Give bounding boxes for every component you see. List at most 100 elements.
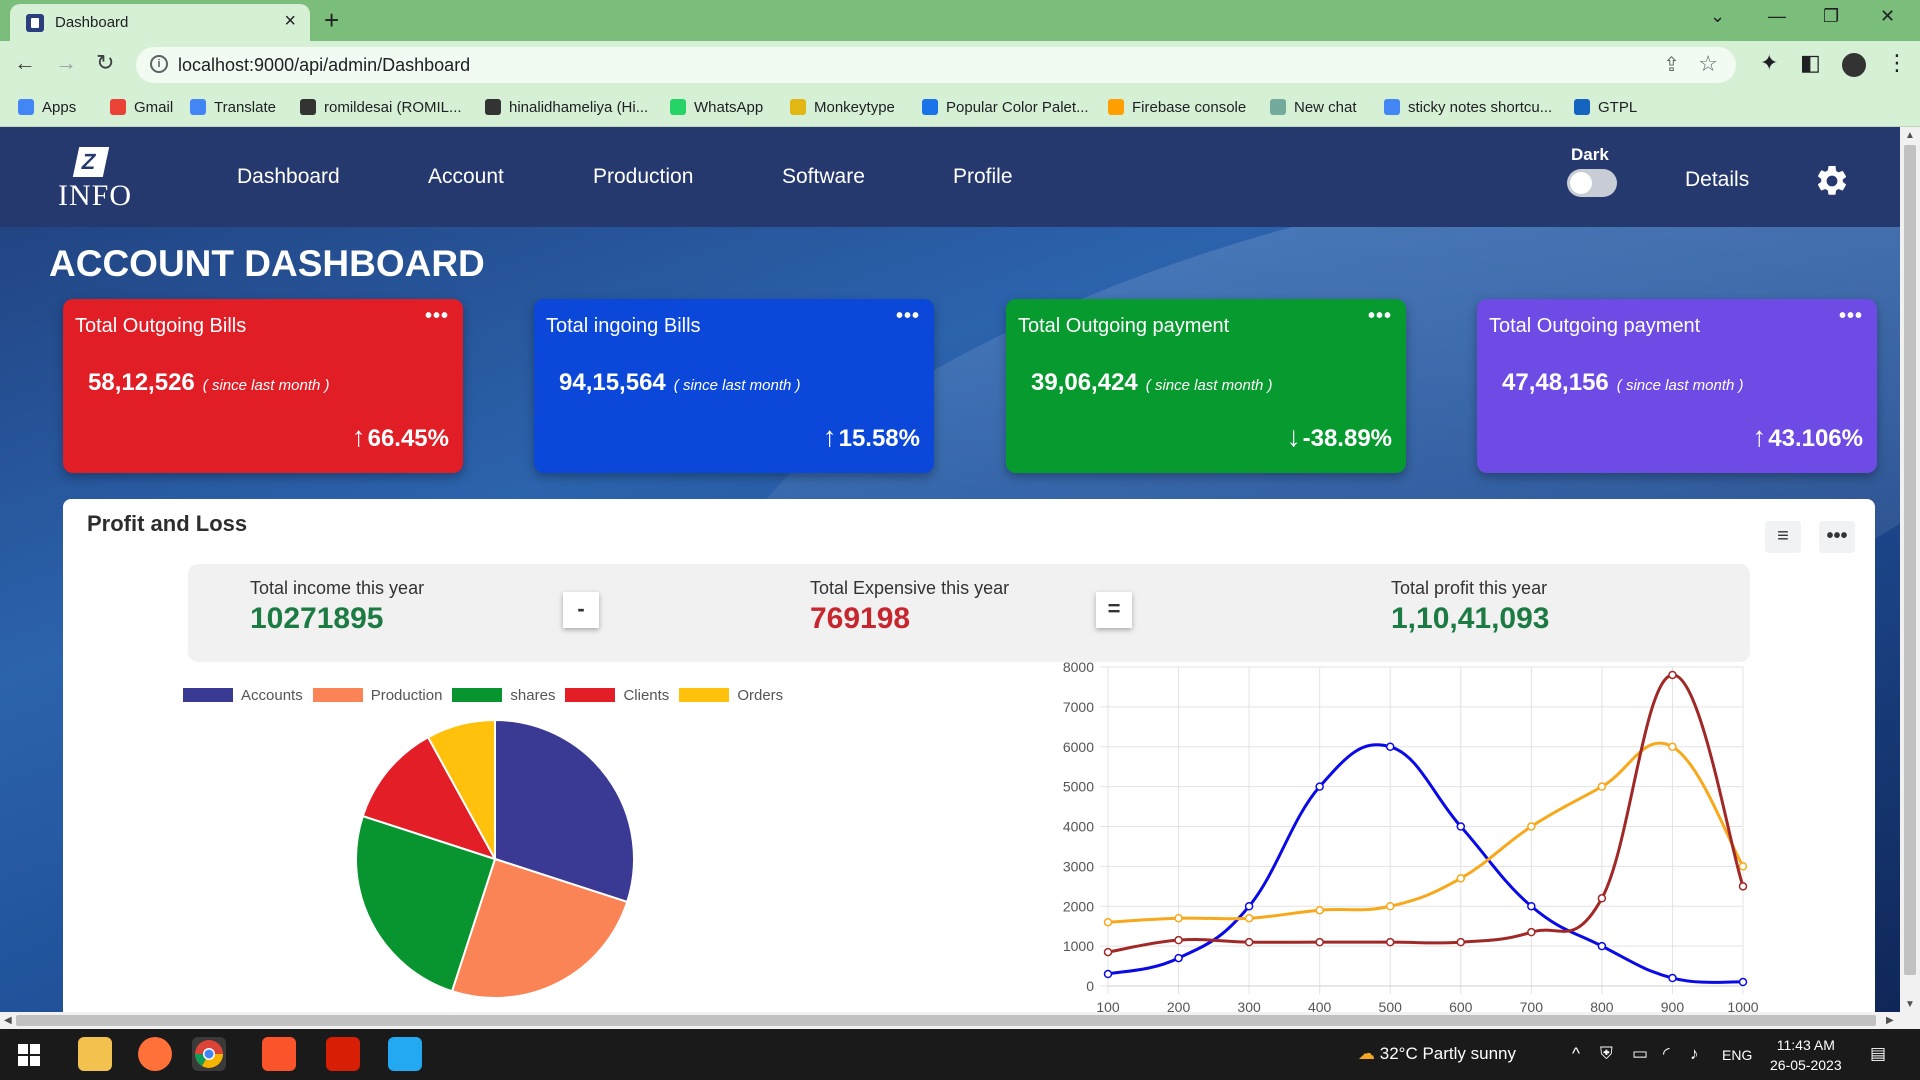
data-point (1244, 913, 1254, 923)
system-clock[interactable]: 11:43 AM 26-05-2023 (1770, 1035, 1842, 1075)
profile-avatar[interactable] (1840, 51, 1868, 79)
tray-chevron-icon[interactable]: ^ (1572, 1044, 1580, 1064)
legend-item[interactable]: Orders (679, 687, 783, 704)
url-text[interactable]: localhost:9000/api/admin/Dashboard (178, 55, 470, 76)
data-point (1527, 902, 1536, 911)
wifi-icon[interactable]: ◜ (1663, 1044, 1670, 1064)
bookmark-item[interactable]: GTPL (1574, 99, 1637, 116)
data-point (1738, 977, 1748, 987)
more-options-icon[interactable]: ••• (425, 305, 449, 328)
bookmark-item[interactable]: New chat (1270, 99, 1357, 116)
legend-item[interactable]: Production (312, 687, 442, 704)
card-trend: ↑15.58% (822, 421, 920, 452)
panel-more-icon[interactable]: ••• (1819, 521, 1855, 553)
notifications-icon[interactable]: ▤ (1870, 1044, 1886, 1064)
hscroll-thumb[interactable] (16, 1015, 1876, 1026)
more-options-icon[interactable]: ••• (1839, 305, 1863, 328)
scroll-right-icon[interactable]: ▶ (1886, 1015, 1894, 1026)
window-close-icon[interactable]: ✕ (1880, 6, 1895, 27)
battery-icon[interactable]: ▭ (1632, 1044, 1648, 1064)
details-link[interactable]: Details (1685, 168, 1749, 192)
scroll-down-icon[interactable]: ▼ (1905, 999, 1915, 1010)
nav-profile[interactable]: Profile (953, 165, 1013, 189)
income-label: Total income this year (250, 578, 425, 598)
stat-card-outgoing-payment[interactable]: Total Outgoing payment ••• 39,06,424( si… (1006, 299, 1406, 473)
more-options-icon[interactable]: ••• (1368, 305, 1392, 328)
forward-icon[interactable]: → (55, 50, 77, 76)
card-title: Total ingoing Bills (546, 315, 701, 337)
bookmark-item[interactable]: Monkeytype (790, 99, 895, 116)
y-tick-label: 5000 (1063, 779, 1094, 795)
restore-icon[interactable]: ❐ (1823, 6, 1839, 27)
bookmark-item[interactable]: Firebase console (1108, 99, 1246, 116)
language-indicator[interactable]: ENG (1722, 1047, 1752, 1063)
bookmark-item[interactable]: Apps (18, 99, 76, 116)
browser-tab[interactable]: Dashboard × (10, 4, 310, 41)
nav-account[interactable]: Account (428, 165, 504, 189)
nav-dashboard[interactable]: Dashboard (237, 165, 340, 189)
settings-gear-icon[interactable] (1814, 163, 1850, 199)
extensions-icon[interactable]: ✦ (1760, 50, 1778, 76)
data-point (1174, 913, 1183, 923)
x-tick-label: 700 (1520, 999, 1544, 1012)
bookmark-item[interactable]: WhatsApp (670, 99, 763, 116)
dark-mode-toggle[interactable] (1567, 169, 1617, 197)
vertical-scrollbar[interactable]: ▲ ▼ (1900, 127, 1920, 1029)
windows-start-icon[interactable] (18, 1044, 40, 1066)
bookmark-item[interactable]: sticky notes shortcu... (1384, 99, 1552, 116)
brave-icon[interactable] (262, 1037, 296, 1071)
site-info-icon[interactable]: i (150, 55, 168, 73)
stat-card-outgoing-payment-2[interactable]: Total Outgoing payment ••• 47,48,156( si… (1477, 299, 1877, 473)
bookmark-item[interactable]: Translate (190, 99, 276, 116)
minimize-icon[interactable]: — (1768, 6, 1786, 27)
x-tick-label: 600 (1449, 999, 1473, 1012)
legend-item[interactable]: Accounts (183, 687, 303, 704)
y-tick-label: 2000 (1063, 898, 1094, 914)
acrobat-icon[interactable] (326, 1037, 360, 1071)
bookmark-star-icon[interactable]: ☆ (1698, 51, 1718, 77)
more-options-icon[interactable]: ••• (896, 305, 920, 328)
bookmark-label: hinalidhameliya (Hi... (509, 99, 649, 116)
chrome-icon (195, 1040, 223, 1068)
back-icon[interactable]: ← (14, 50, 36, 76)
bookmark-label: Popular Color Palet... (946, 99, 1089, 116)
scroll-left-icon[interactable]: ◀ (4, 1015, 12, 1026)
chrome-taskbar-button[interactable] (192, 1037, 226, 1071)
vscode-icon[interactable] (388, 1037, 422, 1071)
browser-menu-icon[interactable]: ⋮ (1886, 50, 1908, 76)
x-tick-label: 200 (1167, 999, 1191, 1012)
weather-widget[interactable]: ☁ 32°C Partly sunny (1358, 1044, 1516, 1064)
stat-card-ingoing-bills[interactable]: Total ingoing Bills ••• 94,15,564( since… (534, 299, 934, 473)
nav-production[interactable]: Production (593, 165, 693, 189)
bookmark-item[interactable]: romildesai (ROMIL... (300, 99, 462, 116)
vscroll-thumb[interactable] (1904, 145, 1916, 975)
data-point (1315, 782, 1324, 791)
bookmark-item[interactable]: hinalidhameliya (Hi... (485, 99, 648, 116)
address-bar[interactable]: i localhost:9000/api/admin/Dashboard ⇪ ☆ (136, 47, 1736, 83)
pie-chart (355, 718, 635, 999)
side-panel-icon[interactable]: ◧ (1800, 50, 1821, 76)
scroll-up-icon[interactable]: ▲ (1905, 130, 1915, 141)
bookmark-item[interactable]: Popular Color Palet... (922, 99, 1089, 116)
tray-shield-icon[interactable]: ⛨ (1600, 1044, 1613, 1064)
stat-card-outgoing-bills[interactable]: Total Outgoing Bills ••• 58,12,526( sinc… (63, 299, 463, 473)
profit-value: 1,10,41,093 (1391, 602, 1550, 635)
info-logo[interactable]: INFO (58, 147, 131, 213)
legend-item[interactable]: shares (452, 687, 555, 704)
firefox-icon[interactable] (138, 1037, 172, 1071)
tab-search-icon[interactable]: ⌄ (1710, 6, 1725, 27)
x-tick-label: 400 (1308, 999, 1332, 1012)
card-title: Total Outgoing payment (1489, 315, 1701, 337)
x-tick-label: 500 (1379, 999, 1403, 1012)
bookmark-item[interactable]: Gmail (110, 99, 173, 116)
volume-icon[interactable]: ♪ (1690, 1044, 1699, 1064)
filter-icon[interactable]: ≡ (1765, 521, 1801, 553)
new-tab-icon[interactable]: + (324, 5, 339, 36)
horizontal-scrollbar[interactable]: ◀ ▶ (0, 1012, 1900, 1029)
legend-item[interactable]: Clients (565, 687, 669, 704)
file-explorer-icon[interactable] (78, 1037, 112, 1071)
share-icon[interactable]: ⇪ (1663, 52, 1680, 77)
reload-icon[interactable]: ↻ (96, 50, 114, 76)
nav-software[interactable]: Software (782, 165, 865, 189)
tab-close-icon[interactable]: × (284, 10, 296, 33)
